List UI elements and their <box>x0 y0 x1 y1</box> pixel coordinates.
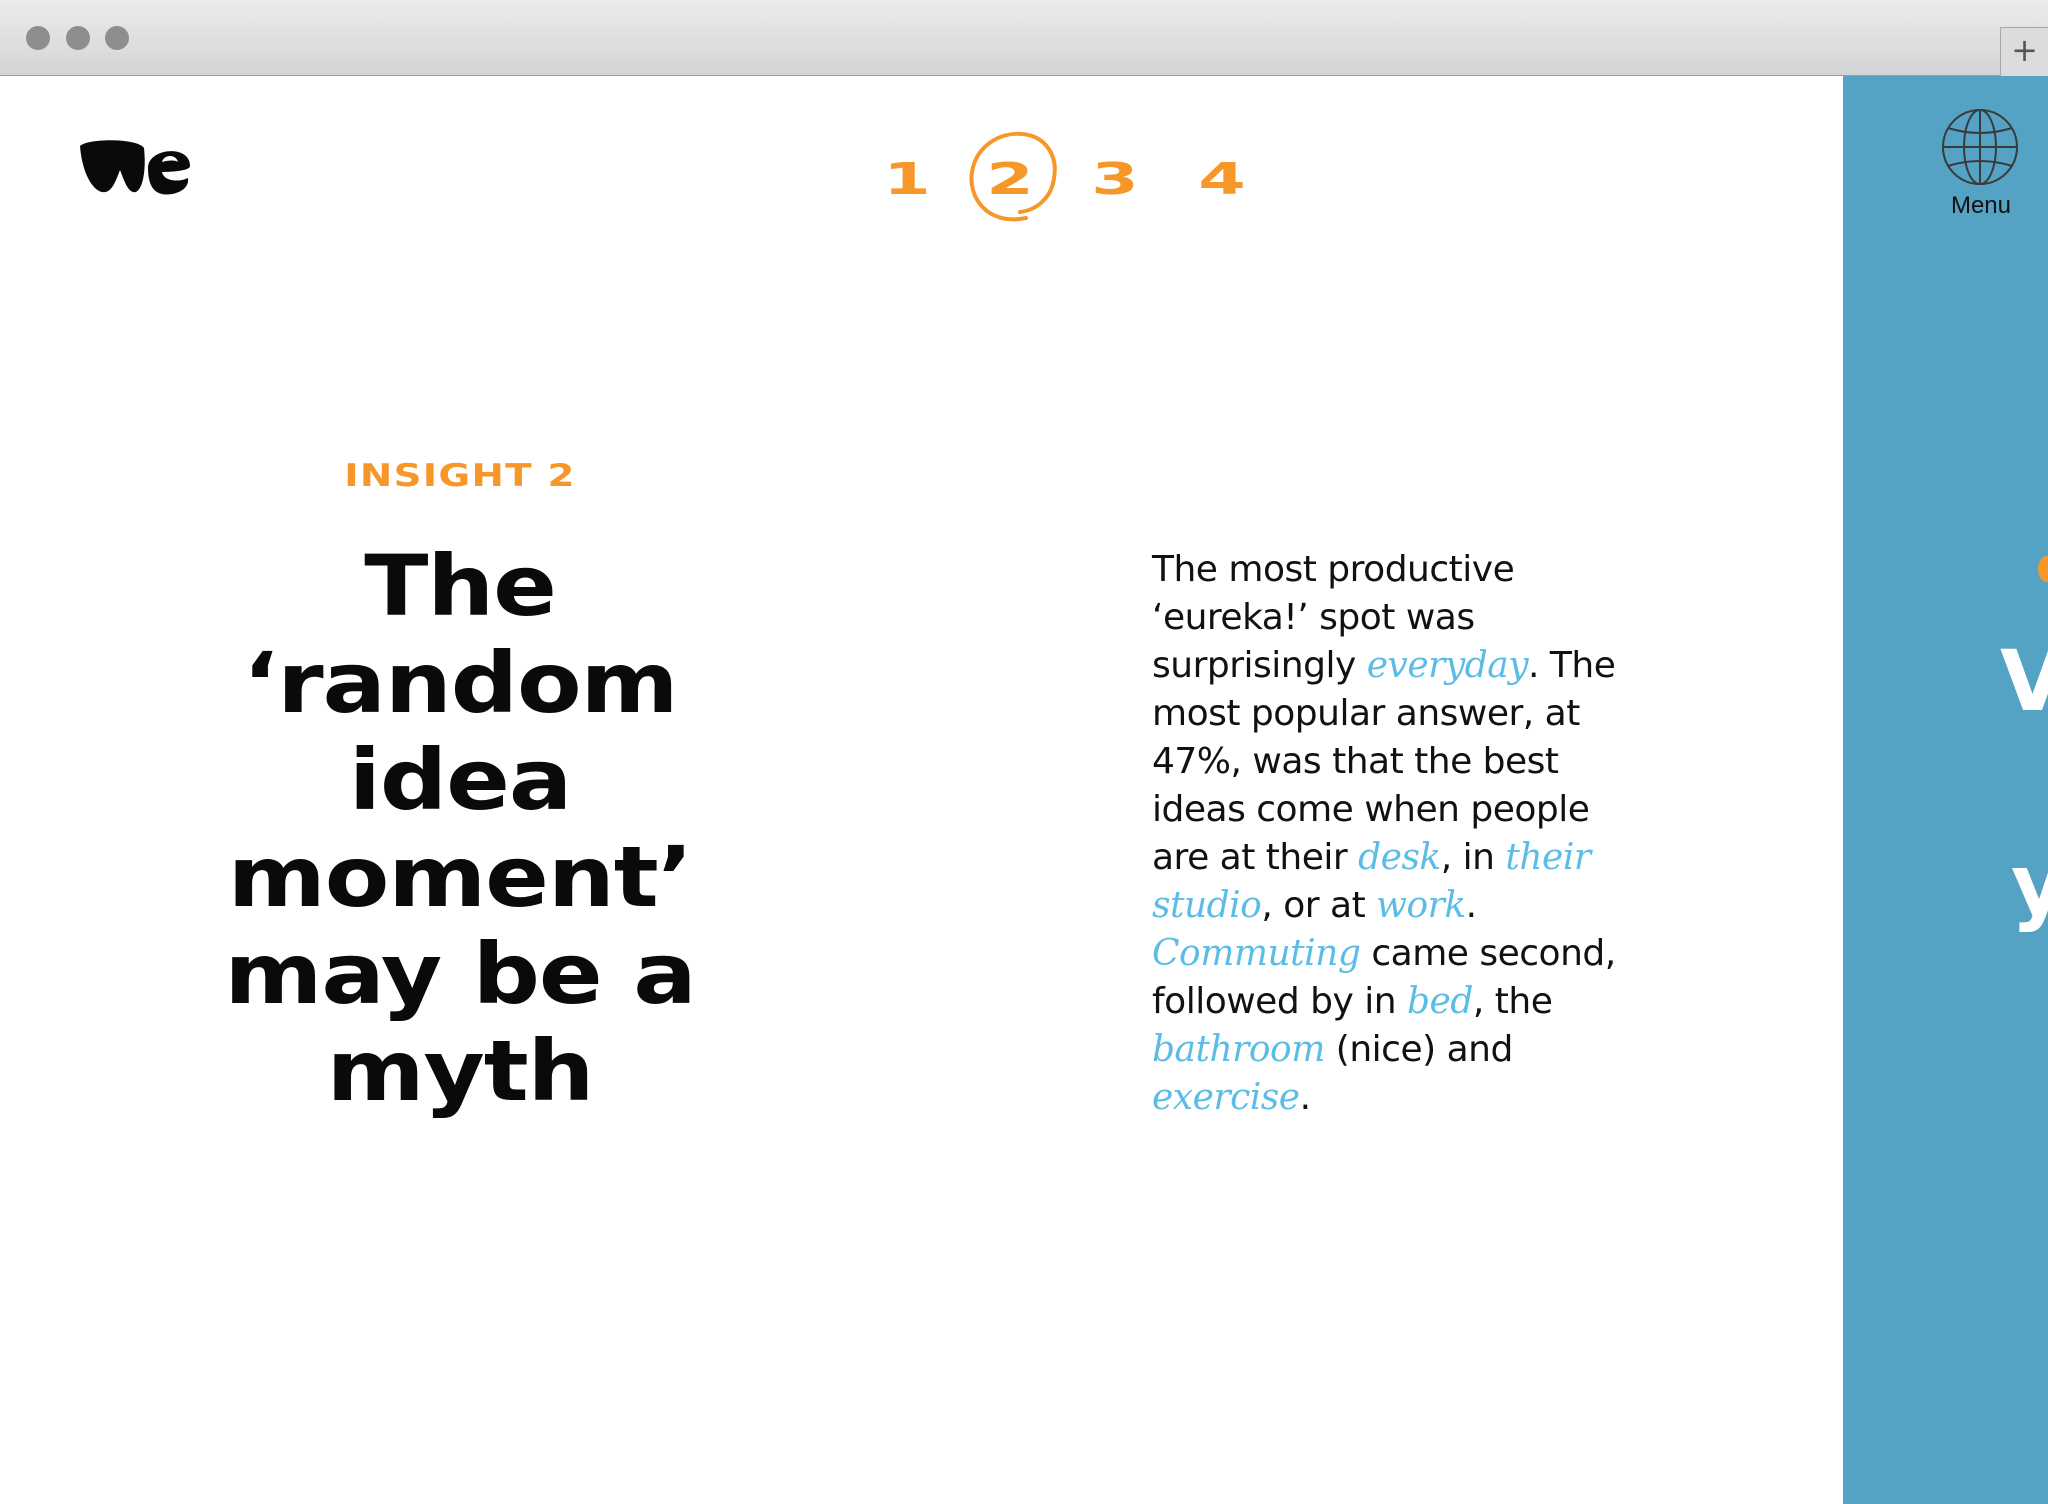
highlight-word: bathroom <box>1152 1029 1325 1070</box>
menu-label[interactable]: Menu <box>1939 192 2023 220</box>
window-minimize-button[interactable] <box>66 26 90 50</box>
pager-item-4[interactable]: 4 <box>1176 154 1269 205</box>
highlight-word: exercise <box>1152 1077 1300 1118</box>
body-text: . <box>1465 885 1477 926</box>
browser-titlebar: + <box>0 0 2048 76</box>
next-slide-peek-text[interactable]: V <box>2000 632 2048 730</box>
body-text: , in <box>1440 837 1506 878</box>
headline-line: idea <box>348 731 573 829</box>
insight-pager: 1 2 3 4 <box>880 126 1260 236</box>
highlight-word: everyday <box>1366 645 1529 686</box>
headline-line: moment’ <box>227 828 693 926</box>
headline-line: The <box>364 537 557 635</box>
insight-eyebrow: INSIGHT 2 <box>344 458 576 494</box>
headline-line: may be a <box>224 925 696 1023</box>
next-slide-dot <box>2038 556 2048 582</box>
globe-icon[interactable] <box>1939 106 2021 188</box>
highlight-word: work <box>1376 885 1466 926</box>
pager-item-2[interactable]: 2 <box>964 154 1057 205</box>
insight-headline: The ‘random idea moment’ may be a myth <box>124 538 796 1120</box>
pager-item-3[interactable]: 3 <box>1069 154 1162 205</box>
side-panel: Menu V y <box>1843 76 2048 1504</box>
next-slide-peek-text[interactable]: y <box>2011 836 2048 934</box>
highlight-word: Commuting <box>1152 933 1361 974</box>
insight-body: The most productive ‘eureka!’ spot was s… <box>1152 546 1632 1122</box>
pager-item-1[interactable]: 1 <box>861 154 954 205</box>
body-text: , the <box>1472 981 1553 1022</box>
headline-line: myth <box>326 1022 595 1120</box>
window-zoom-button[interactable] <box>105 26 129 50</box>
page-content: we 1 2 3 4 INSIGHT 2 The ‘random idea mo… <box>0 76 2048 1504</box>
new-tab-button[interactable]: + <box>2000 27 2048 76</box>
highlight-word: bed <box>1406 981 1473 1022</box>
wetransfer-logo-icon[interactable]: we <box>78 136 194 198</box>
body-text: . <box>1299 1077 1311 1118</box>
window-close-button[interactable] <box>26 26 50 50</box>
body-text: , or at <box>1261 885 1377 926</box>
body-text: (nice) and <box>1324 1029 1514 1070</box>
headline-line: ‘random <box>242 634 679 732</box>
highlight-word: desk <box>1358 837 1441 878</box>
